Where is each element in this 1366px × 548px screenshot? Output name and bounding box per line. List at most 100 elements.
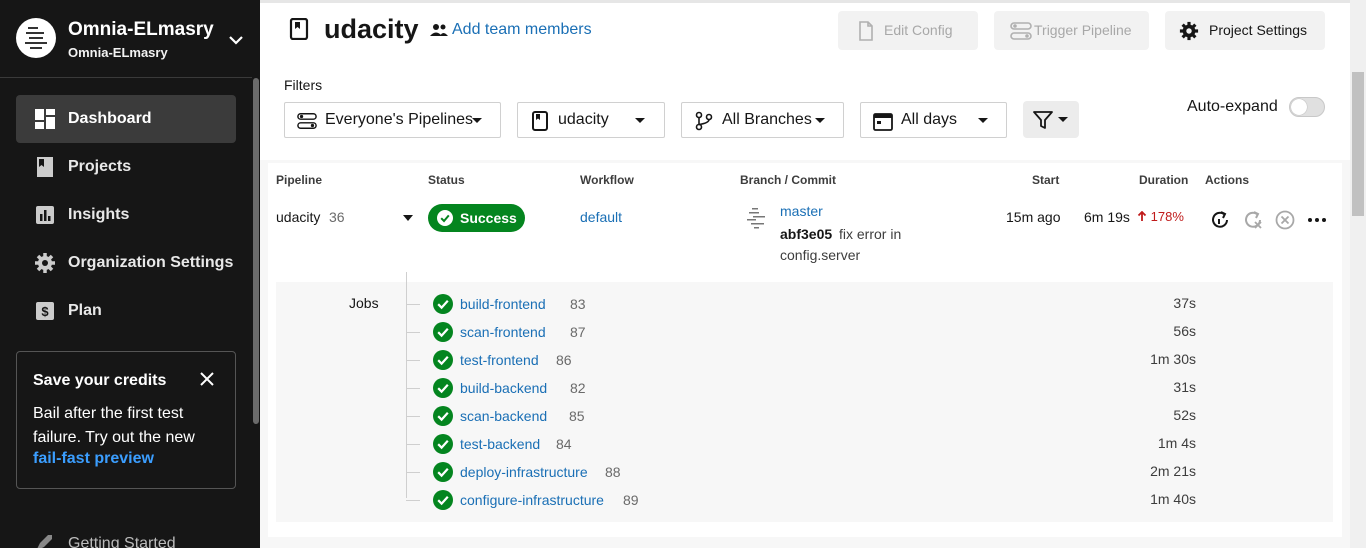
job-name[interactable]: configure-infrastructure [460,492,604,508]
commit-author-avatar [747,208,765,229]
pipelines-filter-dropdown[interactable]: Everyone's Pipelines [284,102,501,138]
job-number: 85 [569,408,585,424]
job-name[interactable]: deploy-infrastructure [460,464,588,480]
tree-connector [406,332,420,333]
check-circle-icon [433,462,453,482]
job-row[interactable]: scan-backend 85 52s [406,404,1196,428]
sidebar-item-projects[interactable]: Projects [16,143,236,191]
sidebar: Omnia-ELmasry Omnia-ELmasry Dashboard Pr… [0,0,260,548]
svg-text:$: $ [41,304,49,319]
job-row[interactable]: build-frontend 83 37s [406,292,1196,316]
sidebar-item-plan[interactable]: $ Plan [16,287,236,335]
fail-fast-preview-link[interactable]: fail-fast preview [33,450,154,468]
tree-connector [406,360,420,361]
main-scrollbar[interactable] [1352,72,1364,216]
pipeline-icon [297,113,317,129]
edit-config-button[interactable]: Edit Config [838,11,978,50]
job-name[interactable]: test-backend [460,436,540,452]
job-row[interactable]: build-backend 82 31s [406,376,1196,400]
project-filter-dropdown[interactable]: udacity [517,102,665,138]
more-options-icon[interactable] [1306,209,1328,231]
workflow-link[interactable]: default [580,209,622,225]
column-header-actions: Actions [1205,173,1250,187]
job-number: 84 [556,436,572,452]
status-badge[interactable]: Success [428,204,525,232]
column-header-branch-commit: Branch / Commit [740,173,837,187]
branches-filter-value: All Branches [722,111,812,128]
sidebar-item-organization-settings[interactable]: Organization Settings [16,239,236,287]
more-filters-button[interactable] [1023,101,1079,138]
calendar-icon [873,113,893,131]
days-filter-dropdown[interactable]: All days [860,102,1007,138]
jobs-panel [276,282,1333,522]
job-duration: 1m 30s [1150,351,1196,367]
add-team-members-link[interactable]: Add team members [430,20,592,40]
funnel-icon [1033,111,1053,129]
chevron-down-icon[interactable] [226,30,246,50]
sidebar-item-dashboard[interactable]: Dashboard [16,95,236,143]
people-icon [430,24,448,36]
caret-down-icon [1058,117,1068,122]
job-duration: 1m 40s [1150,491,1196,507]
job-name[interactable]: scan-backend [460,408,547,424]
check-circle-icon [433,406,453,426]
job-row[interactable]: test-frontend 86 1m 30s [406,348,1196,372]
credits-card: Save your credits Bail after the first t… [16,351,236,489]
job-number: 87 [570,324,586,340]
credits-title: Save your credits [33,372,167,389]
job-row[interactable]: scan-frontend 87 56s [406,320,1196,344]
job-duration: 37s [1173,295,1196,311]
getting-started-link[interactable]: Getting Started [32,532,176,548]
getting-started-label: Getting Started [68,535,176,548]
job-name[interactable]: test-frontend [460,352,539,368]
branches-filter-dropdown[interactable]: All Branches [681,102,844,138]
caret-down-icon [815,118,825,123]
project-settings-button[interactable]: Project Settings [1165,11,1325,50]
duration: 6m 19s [1084,209,1130,225]
sidebar-item-label: Projects [68,158,132,175]
filters-label: Filters [284,77,323,93]
column-header-status: Status [428,173,465,187]
trigger-pipeline-label: Trigger Pipeline [1034,22,1132,38]
rerun-icon[interactable] [1209,209,1231,231]
pipelines-filter-value: Everyone's Pipelines [325,111,474,128]
sidebar-item-label: Organization Settings [68,254,234,271]
job-row[interactable]: configure-infrastructure 89 1m 40s [406,488,1196,512]
job-number: 86 [556,352,572,368]
commit-sha[interactable]: abf3e05 [780,226,832,242]
rerun-failed-icon[interactable] [1242,209,1264,231]
tree-connector [406,444,420,445]
top-divider [260,0,1350,3]
gear-icon [35,253,55,273]
tree-connector [406,500,420,501]
cancel-icon[interactable] [1274,209,1296,231]
org-name: Omnia-ELmasry [68,19,214,40]
job-row[interactable]: test-backend 84 1m 4s [406,432,1196,456]
branch-link[interactable]: master [780,203,823,219]
job-name[interactable]: build-backend [460,380,547,396]
check-circle-icon [437,210,453,226]
job-name[interactable]: build-frontend [460,296,546,312]
org-login: Omnia-ELmasry [68,45,168,60]
job-duration: 52s [1173,407,1196,423]
file-edit-icon [859,21,873,41]
tree-connector [406,472,420,473]
org-switcher[interactable]: Omnia-ELmasry Omnia-ELmasry [0,0,252,78]
rocket-icon [37,535,52,548]
commit-message-continued: config.server [780,247,861,263]
sidebar-scrollbar[interactable] [253,78,259,424]
expand-row-caret-icon[interactable] [403,215,413,221]
job-name[interactable]: scan-frontend [460,324,546,340]
project-icon [532,111,548,131]
job-row[interactable]: deploy-infrastructure 88 2m 21s [406,460,1196,484]
duration-change-value: 178% [1150,209,1184,224]
close-icon[interactable] [199,371,215,387]
sidebar-item-insights[interactable]: Insights [16,191,236,239]
check-circle-icon [433,378,453,398]
caret-down-icon [635,118,645,123]
trigger-pipeline-button[interactable]: Trigger Pipeline [994,11,1149,50]
tree-connector [406,304,420,305]
status-label: Success [460,210,517,226]
auto-expand-toggle[interactable] [1289,97,1325,117]
pipeline-name[interactable]: udacity [276,209,320,225]
